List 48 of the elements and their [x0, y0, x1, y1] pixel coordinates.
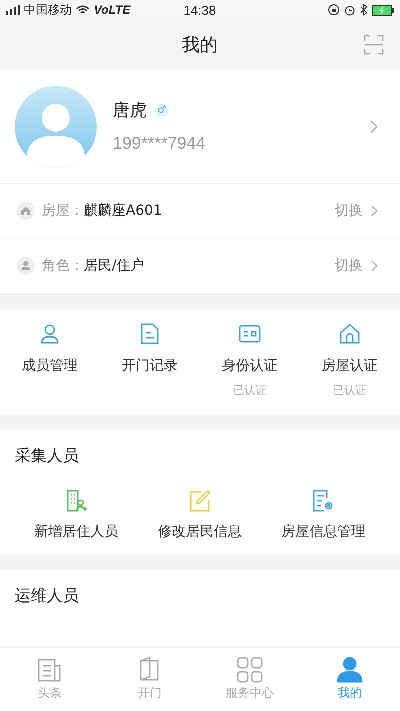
row-label: 角色： — [42, 257, 84, 275]
gender-badge: ♂ — [155, 104, 169, 118]
function-label[interactable]: 新增居住人员 — [34, 523, 119, 541]
chevron-right-icon — [371, 260, 378, 272]
battery-icon — [372, 4, 394, 16]
rotation-lock-icon — [328, 4, 340, 16]
function-label[interactable]: 修改居民信息 — [158, 523, 242, 541]
info-row[interactable]: 房屋：麒麟座A601 切换 — [0, 184, 400, 239]
action-label[interactable]: 成员管理 — [22, 357, 78, 375]
alarm-icon — [344, 4, 356, 16]
action-label[interactable]: 房屋认证 — [322, 357, 378, 375]
avatar-icon — [15, 86, 97, 168]
phone-number: 199****7944 — [113, 134, 207, 154]
page-title: 我的 — [182, 34, 218, 57]
signal-icon — [6, 5, 20, 15]
grid-icon — [237, 657, 263, 683]
info-row[interactable]: 角色：居民/住户 切换 — [0, 239, 400, 294]
document-gear-icon[interactable] — [311, 489, 336, 513]
section-title: 采集人员 — [15, 446, 80, 467]
house-icon — [17, 202, 35, 220]
wifi-icon — [76, 5, 90, 15]
person-icon — [17, 257, 35, 275]
row-label: 房屋： — [42, 202, 84, 220]
action-label[interactable]: 开门记录 — [122, 357, 178, 375]
chevron-right-icon — [370, 120, 378, 134]
chevron-right-icon — [371, 205, 378, 217]
newspaper-icon — [37, 657, 63, 683]
verified-status: 已认证 — [334, 383, 366, 398]
user-name: 唐虎 — [113, 100, 147, 122]
house-icon[interactable] — [339, 323, 361, 345]
action-label[interactable]: 身份认证 — [222, 357, 278, 375]
edit-icon[interactable] — [188, 489, 212, 513]
row-value: 居民/住户 — [84, 257, 146, 275]
person-icon[interactable] — [39, 323, 61, 345]
scan-icon[interactable] — [364, 35, 384, 55]
function-label[interactable]: 房屋信息管理 — [281, 523, 366, 541]
profile-card[interactable]: 唐虎 ♂ 199****7944 — [0, 70, 400, 184]
row-value: 麒麟座A601 — [84, 202, 164, 220]
status-time: 14:38 — [184, 2, 216, 18]
bluetooth-icon — [360, 4, 368, 16]
section-title: 运维人员 — [15, 586, 80, 607]
carrier-name: 中国移动 — [24, 2, 72, 18]
id-card-icon[interactable] — [239, 323, 261, 345]
building-person-icon[interactable] — [64, 489, 89, 513]
person-icon — [337, 657, 363, 683]
document-icon[interactable] — [139, 323, 161, 345]
network-label: VoLTE — [94, 3, 131, 17]
verified-status: 已认证 — [234, 383, 266, 398]
